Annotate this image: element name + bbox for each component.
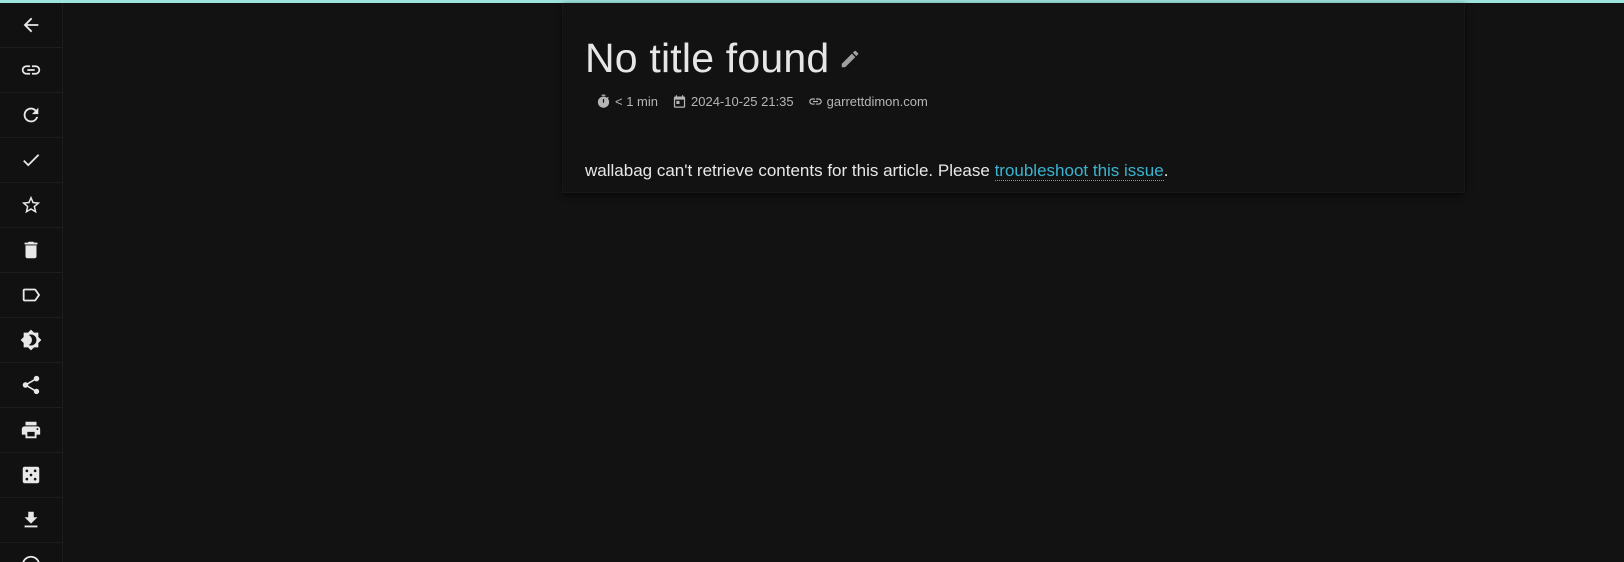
source-domain[interactable]: garrettdimon.com bbox=[808, 94, 928, 109]
article-meta: < 1 min 2024-10-25 21:35 garrettdimon.co… bbox=[596, 94, 942, 109]
article-title: No title found bbox=[585, 35, 830, 81]
article-card: No title found < 1 min 2024-10-25 21:35 … bbox=[562, 3, 1465, 193]
print-icon bbox=[21, 421, 41, 439]
mark-read-button[interactable] bbox=[0, 138, 62, 183]
share-icon bbox=[22, 375, 40, 395]
entry-action-sidebar bbox=[0, 3, 63, 562]
back-icon bbox=[23, 17, 39, 33]
trash-icon bbox=[24, 241, 38, 259]
tags-button[interactable] bbox=[0, 273, 62, 318]
dice-icon bbox=[22, 466, 40, 484]
article-content: wallabag can't retrieve contents for thi… bbox=[585, 161, 1168, 181]
random-entry-button[interactable] bbox=[0, 453, 62, 498]
main-content: No title found < 1 min 2024-10-25 21:35 … bbox=[63, 3, 1624, 562]
check-icon bbox=[23, 154, 40, 167]
delete-button[interactable] bbox=[0, 228, 62, 273]
reading-time: < 1 min bbox=[596, 94, 658, 109]
link-icon bbox=[808, 98, 822, 105]
back-button[interactable] bbox=[0, 3, 62, 48]
source-domain-value: garrettdimon.com bbox=[826, 94, 928, 109]
error-message: wallabag can't retrieve contents for thi… bbox=[585, 161, 995, 180]
reading-time-value: < 1 min bbox=[615, 94, 658, 109]
info-icon bbox=[22, 555, 40, 562]
created-date: 2024-10-25 21:35 bbox=[672, 94, 794, 109]
star-icon bbox=[21, 195, 41, 214]
error-message-end: . bbox=[1163, 161, 1169, 180]
calendar-icon bbox=[673, 95, 686, 108]
title-row: No title found bbox=[585, 35, 861, 82]
tag-icon bbox=[22, 288, 41, 302]
edit-title-button[interactable] bbox=[839, 48, 861, 70]
download-icon bbox=[24, 511, 38, 528]
brightness-icon bbox=[20, 329, 42, 351]
export-button[interactable] bbox=[0, 498, 62, 543]
link-icon bbox=[21, 65, 41, 75]
print-button[interactable] bbox=[0, 408, 62, 453]
reload-button[interactable] bbox=[0, 93, 62, 138]
more-button[interactable] bbox=[0, 543, 62, 562]
theme-toggle-button[interactable] bbox=[0, 318, 62, 363]
troubleshoot-link[interactable]: troubleshoot this issue bbox=[994, 161, 1164, 181]
created-date-value: 2024-10-25 21:35 bbox=[691, 94, 794, 109]
timer-icon bbox=[597, 94, 610, 108]
refresh-icon bbox=[23, 107, 39, 123]
favorite-button[interactable] bbox=[0, 183, 62, 228]
share-button[interactable] bbox=[0, 363, 62, 408]
pencil-icon bbox=[842, 50, 859, 67]
original-link-button[interactable] bbox=[0, 48, 62, 93]
